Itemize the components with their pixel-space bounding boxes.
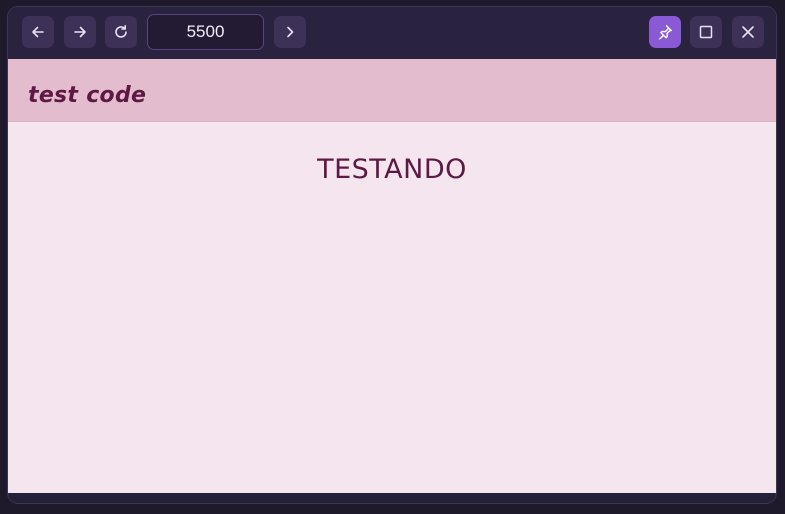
page-heading: TESTANDO xyxy=(317,154,467,185)
window-bottom-edge xyxy=(8,493,776,503)
square-icon xyxy=(698,24,714,40)
back-button[interactable] xyxy=(22,16,54,48)
reload-button[interactable] xyxy=(105,16,137,48)
maximize-button[interactable] xyxy=(690,16,722,48)
page-viewport: test code TESTANDO xyxy=(8,59,776,495)
close-icon xyxy=(740,24,756,40)
chevron-right-icon xyxy=(282,24,298,40)
pin-button[interactable] xyxy=(649,16,681,48)
go-button[interactable] xyxy=(274,16,306,48)
arrow-right-icon xyxy=(72,24,88,40)
arrow-left-icon xyxy=(30,24,46,40)
browser-toolbar: 5500 xyxy=(8,7,776,59)
page-header-title: test code xyxy=(28,83,147,108)
address-input[interactable]: 5500 xyxy=(147,14,264,50)
close-button[interactable] xyxy=(732,16,764,48)
pin-icon xyxy=(657,24,673,40)
forward-button[interactable] xyxy=(64,16,96,48)
page-header: test code xyxy=(8,59,776,122)
preview-window: 5500 test code TESTANDO xyxy=(7,6,777,504)
reload-icon xyxy=(113,24,129,40)
